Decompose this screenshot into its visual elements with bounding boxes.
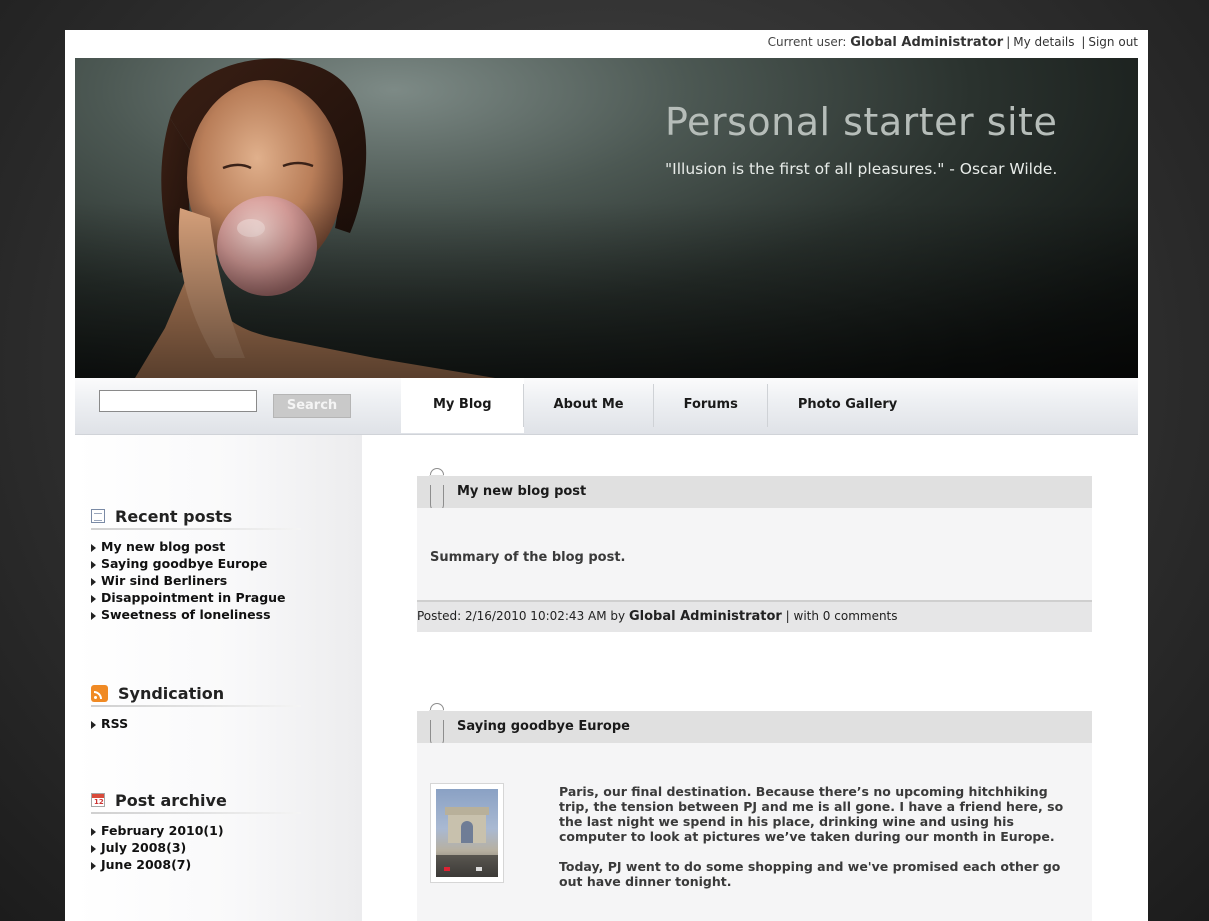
recent-post-link[interactable]: Sweetness of loneliness bbox=[91, 606, 301, 623]
syndication-heading: Syndication bbox=[91, 679, 301, 709]
divider: | bbox=[1081, 35, 1086, 49]
current-user-label: Current user: bbox=[767, 35, 847, 49]
syndication-list: RSS bbox=[91, 715, 301, 732]
site-quote: "Illusion is the first of all pleasures.… bbox=[665, 160, 1058, 178]
post-body: Summary of the blog post. bbox=[417, 508, 1092, 600]
search-input[interactable] bbox=[99, 390, 257, 412]
recent-posts-title: Recent posts bbox=[115, 506, 233, 526]
archive-widget: Post archive February 2010(1) July 2008(… bbox=[91, 786, 301, 873]
tab-my-blog[interactable]: My Blog bbox=[401, 378, 524, 433]
archive-heading: Post archive bbox=[91, 786, 301, 816]
document-icon bbox=[91, 509, 105, 523]
syndication-title: Syndication bbox=[118, 683, 225, 703]
recent-post-link[interactable]: Wir sind Berliners bbox=[91, 572, 301, 589]
calendar-icon bbox=[91, 793, 105, 807]
page: Current user: Global Administrator | My de… bbox=[65, 30, 1148, 921]
sidebar: Recent posts My new blog post Saying goo… bbox=[75, 435, 362, 921]
post-meta: Posted: 2/16/2010 10:02:43 AM by Global … bbox=[417, 602, 898, 631]
recent-post-link[interactable]: Saying goodbye Europe bbox=[91, 555, 301, 572]
search-button[interactable]: Search bbox=[273, 394, 351, 418]
rss-icon bbox=[91, 684, 108, 702]
post-comments-link[interactable]: | with 0 comments bbox=[786, 609, 898, 623]
recent-post-link[interactable]: My new blog post bbox=[91, 538, 301, 555]
user-bar: Current user: Global Administrator | My de… bbox=[768, 35, 1138, 50]
tab-photo-gallery[interactable]: Photo Gallery bbox=[768, 378, 927, 433]
arch-shape bbox=[445, 807, 489, 843]
paperclip-icon bbox=[429, 703, 444, 747]
nav-bar: Search My Blog About Me Forums Photo Gal… bbox=[75, 378, 1138, 435]
post-author-link[interactable]: Global Administrator bbox=[629, 609, 782, 624]
recent-post-link[interactable]: Disappointment in Prague bbox=[91, 589, 301, 606]
post-header: Saying goodbye Europe bbox=[417, 703, 1092, 747]
paperclip-icon bbox=[429, 468, 444, 512]
archive-title: Post archive bbox=[115, 790, 227, 810]
post-footer: Posted: 2/16/2010 10:02:43 AM by Global … bbox=[417, 600, 1092, 632]
tab-forums[interactable]: Forums bbox=[654, 378, 769, 433]
tab-about-me[interactable]: About Me bbox=[524, 378, 654, 433]
post-paragraph: Paris, our final destination. Because th… bbox=[559, 784, 1064, 844]
header-banner: Personal starter site "Illusion is the f… bbox=[75, 58, 1138, 378]
sign-out-link[interactable]: Sign out bbox=[1088, 35, 1138, 49]
road-shape bbox=[436, 855, 498, 877]
my-details-link[interactable]: My details bbox=[1013, 35, 1074, 49]
post-summary: Summary of the blog post. bbox=[430, 550, 626, 565]
recent-posts-widget: Recent posts My new blog post Saying goo… bbox=[91, 502, 301, 623]
post-title-link[interactable]: Saying goodbye Europe bbox=[457, 711, 630, 742]
arc-de-triomphe-photo bbox=[436, 789, 498, 877]
archive-link[interactable]: February 2010(1) bbox=[91, 822, 301, 839]
site-title[interactable]: Personal starter site bbox=[665, 100, 1057, 144]
archive-link[interactable]: June 2008(7) bbox=[91, 856, 301, 873]
car-shape bbox=[476, 867, 482, 871]
archive-link[interactable]: July 2008(3) bbox=[91, 839, 301, 856]
syndication-widget: Syndication RSS bbox=[91, 679, 301, 732]
rss-link[interactable]: RSS bbox=[91, 715, 301, 732]
recent-posts-list: My new blog post Saying goodbye Europe W… bbox=[91, 538, 301, 623]
current-user-name: Global Administrator bbox=[850, 35, 1004, 50]
main-nav-tabs: My Blog About Me Forums Photo Gallery bbox=[401, 378, 927, 433]
post-header: My new blog post bbox=[417, 468, 1092, 512]
car-shape bbox=[444, 867, 450, 871]
post-paragraph: Today, PJ went to do some shopping and w… bbox=[559, 859, 1061, 889]
archive-list: February 2010(1) July 2008(3) June 2008(… bbox=[91, 822, 301, 873]
post-thumbnail[interactable] bbox=[430, 783, 504, 883]
divider: | bbox=[1006, 35, 1011, 49]
post-date: Posted: 2/16/2010 10:02:43 AM by bbox=[417, 609, 626, 623]
post-content: Paris, our final destination. Because th… bbox=[559, 784, 1079, 904]
recent-posts-heading: Recent posts bbox=[91, 502, 301, 532]
post-title-link[interactable]: My new blog post bbox=[457, 476, 586, 507]
